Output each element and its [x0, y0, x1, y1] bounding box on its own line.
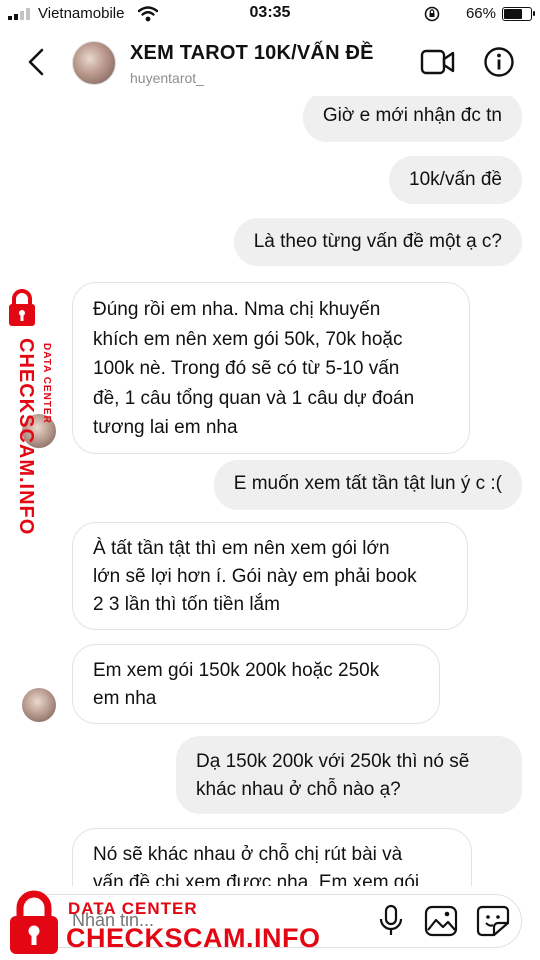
- message-line: 2 3 lần thì tốn tiền lắm: [93, 594, 280, 615]
- watermark-site: CHECKSCAM.INFO: [15, 338, 37, 536]
- message-line: tương lai em nha: [93, 417, 238, 438]
- chat-title[interactable]: XEM TAROT 10K/VẤN ĐỀ: [130, 42, 374, 65]
- watermark-site: CHECKSCAM.INFO: [66, 923, 321, 953]
- message-text: Là theo từng vấn đề một ạ c?: [253, 231, 502, 252]
- sticker-icon[interactable]: [476, 905, 510, 937]
- message-line: em nha: [93, 688, 157, 709]
- microphone-icon[interactable]: [378, 904, 404, 938]
- bottom-watermark: DATA CENTER CHECKSCAM.INFO: [6, 888, 336, 960]
- message-line: lớn sẽ lợi hơn í. Gói này em phải book: [93, 566, 417, 587]
- watermark-label: DATA CENTER: [41, 343, 52, 424]
- status-bar: Vietnamobile 03:35 66%: [0, 0, 540, 30]
- contact-avatar[interactable]: [72, 41, 116, 85]
- message-outgoing[interactable]: 10k/vấn đề: [389, 156, 522, 204]
- gallery-icon[interactable]: [424, 905, 458, 937]
- message-thread[interactable]: Giờ e mới nhận đc tn 10k/vấn đề Là theo …: [0, 96, 540, 886]
- message-line: khác nhau ở chỗ nào ạ?: [196, 779, 401, 800]
- lock-icon: [9, 289, 35, 326]
- clock: 03:35: [249, 4, 291, 21]
- message-line: đề, 1 câu tổng quan và 1 câu dự đoán: [93, 387, 415, 409]
- message-line: À tất tần tật thì em nên xem gói lớn: [93, 538, 390, 559]
- battery-percent: 66%: [465, 5, 496, 22]
- message-text: Giờ e mới nhận đc tn: [322, 105, 502, 126]
- message-line: khích em nên xem gói 50k, 70k hoặc: [93, 328, 403, 350]
- watermark-label: DATA CENTER: [68, 899, 198, 918]
- message-line: vấn đề chị xem được nha. Em xem gói: [93, 872, 420, 886]
- message-line: 100k nè. Trong đó sẽ có từ 5-10 vấn: [93, 358, 400, 379]
- message-line: Đúng rồi em nha. Nma chị khuyến: [93, 299, 381, 320]
- contact-avatar-small[interactable]: [22, 688, 56, 722]
- message-incoming[interactable]: À tất tần tật thì em nên xem gói lớn lớn…: [72, 522, 468, 630]
- message-incoming[interactable]: Em xem gói 150k 200k hoặc 250k em nha: [72, 644, 440, 724]
- message-text: 10k/vấn đề: [409, 169, 502, 190]
- message-incoming[interactable]: Nó sẽ khác nhau ở chỗ chị rút bài và vấn…: [72, 828, 472, 886]
- orientation-lock-icon: [424, 6, 440, 22]
- lock-icon: [10, 890, 58, 954]
- back-chevron-icon[interactable]: [22, 44, 52, 80]
- message-line: Nó sẽ khác nhau ở chỗ chị rút bài và: [93, 844, 403, 865]
- chat-username[interactable]: huyentarot_: [130, 70, 204, 86]
- video-call-icon[interactable]: [420, 48, 456, 76]
- message-outgoing[interactable]: E muốn xem tất tần tật lun ý c :(: [213, 460, 522, 510]
- message-outgoing[interactable]: Dạ 150k 200k với 250k thì nó sẽ khác nha…: [176, 736, 522, 814]
- info-icon[interactable]: [483, 46, 515, 78]
- message-line: Em xem gói 150k 200k hoặc 250k: [93, 660, 380, 681]
- message-line: Dạ 150k 200k với 250k thì nó sẽ: [196, 751, 470, 772]
- chat-header: XEM TAROT 10K/VẤN ĐỀ huyentarot_: [0, 30, 540, 96]
- message-outgoing[interactable]: Giờ e mới nhận đc tn: [302, 96, 522, 142]
- message-text: E muốn xem tất tần tật lun ý c :(: [233, 473, 502, 494]
- message-incoming[interactable]: Đúng rồi em nha. Nma chị khuyến khích em…: [72, 282, 470, 454]
- message-outgoing[interactable]: Là theo từng vấn đề một ạ c?: [233, 218, 522, 266]
- side-watermark: CHECKSCAM.INFO DATA CENTER: [4, 288, 56, 558]
- battery-icon: [502, 7, 535, 21]
